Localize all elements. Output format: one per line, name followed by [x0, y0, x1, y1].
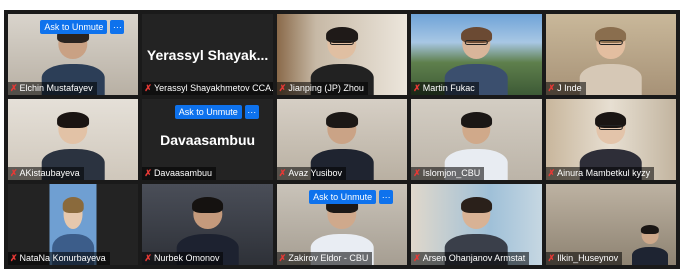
unmute-controls: Ask to Unmute ··· — [309, 190, 394, 204]
muted-mic-icon: ✗ — [547, 253, 556, 263]
more-options-button[interactable]: ··· — [379, 190, 394, 204]
participant-tile[interactable]: Ask to Unmute ··· Davaasambuu ✗ Davaasam… — [142, 99, 273, 180]
name-label: ✗ NataNa Konurbayeva — [8, 252, 110, 265]
more-options-button[interactable]: ··· — [244, 105, 259, 119]
participant-name: NataNa Konurbayeva — [19, 253, 106, 263]
name-label: ✗ Arsen Ohanjanov Armstat — [411, 252, 530, 265]
name-label: ✗ Avaz Yusibov — [276, 167, 347, 180]
participant-name: Ilkin_Huseynov — [557, 253, 619, 263]
muted-mic-icon: ✗ — [10, 168, 18, 178]
name-label: ✗ Martin Fukac — [411, 82, 479, 95]
name-label: ✗ Jianping (JP) Zhou — [276, 82, 368, 95]
participant-display-name: Davaasambuu — [160, 131, 256, 148]
participant-tile[interactable]: ✗ Arsen Ohanjanov Armstat — [411, 184, 542, 265]
participant-name: Elchin Mustafayev — [19, 83, 93, 93]
unmute-controls: Ask to Unmute ··· — [40, 20, 125, 34]
name-label: ✗ Yerassyl Shayakhmetov CCA... — [142, 82, 273, 95]
muted-mic-icon: ✗ — [10, 83, 18, 93]
ask-to-unmute-button[interactable]: Ask to Unmute — [174, 105, 242, 119]
name-label: ✗ Zakirov Eldor - CBU — [276, 252, 373, 265]
participant-tile[interactable]: ✗ J Inde — [545, 14, 676, 95]
ask-to-unmute-button[interactable]: Ask to Unmute — [309, 190, 377, 204]
muted-mic-icon: ✗ — [547, 168, 556, 178]
participant-video — [631, 224, 669, 265]
participant-name: J Inde — [557, 83, 582, 93]
muted-mic-icon: ✗ — [278, 83, 287, 93]
name-label: ✗ Islomjon_CBU — [411, 167, 485, 180]
muted-mic-icon: ✗ — [278, 253, 287, 263]
more-options-button[interactable]: ··· — [110, 20, 125, 34]
participant-name: Davaasambuu — [153, 168, 212, 178]
participant-name: Islomjon_CBU — [422, 168, 481, 178]
name-label: ✗ Ilkin_Huseynov — [545, 252, 623, 265]
muted-mic-icon: ✗ — [144, 253, 152, 263]
participant-name: Nurbek Omonov — [153, 253, 220, 263]
participant-display-name: Yerassyl Shayak... — [146, 46, 269, 63]
participant-tile[interactable]: Yerassyl Shayak... ✗ Yerassyl Shayakhmet… — [142, 14, 273, 95]
muted-mic-icon: ✗ — [10, 253, 18, 263]
name-label: ✗ J Inde — [545, 82, 586, 95]
name-label: ✗ Ainura Mambetkul kyzy — [545, 167, 655, 180]
muted-mic-icon: ✗ — [413, 83, 421, 93]
ask-to-unmute-button[interactable]: Ask to Unmute — [40, 20, 108, 34]
participant-tile[interactable]: ✗ Nurbek Omonov — [142, 184, 273, 265]
participant-name: Avaz Yusibov — [288, 168, 343, 178]
participant-name: Yerassyl Shayakhmetov CCA... — [153, 83, 273, 93]
muted-mic-icon: ✗ — [547, 83, 556, 93]
participant-tile-active-speaker[interactable]: ✗ Martin Fukac — [411, 14, 542, 95]
participant-tile[interactable]: Ask to Unmute ··· ✗ Zakirov Eldor - CBU — [276, 184, 408, 265]
name-label: ✗ Davaasambuu — [142, 167, 216, 180]
participant-name: Jianping (JP) Zhou — [288, 83, 364, 93]
participant-tile[interactable]: ✗ Ilkin_Huseynov — [545, 184, 676, 265]
participant-name: Ainura Mambetkul kyzy — [557, 168, 651, 178]
participant-tile[interactable]: ✗ NataNa Konurbayeva — [8, 184, 139, 265]
muted-mic-icon: ✗ — [144, 83, 152, 93]
participant-tile[interactable]: ✗ Avaz Yusibov — [276, 99, 408, 180]
name-label: ✗ AKistaubayeva — [8, 167, 84, 180]
participant-tile[interactable]: ✗ Jianping (JP) Zhou — [276, 14, 408, 95]
participant-name: Arsen Ohanjanov Armstat — [422, 253, 526, 263]
muted-mic-icon: ✗ — [278, 168, 287, 178]
muted-mic-icon: ✗ — [413, 253, 421, 263]
participant-tile[interactable]: Ask to Unmute ··· ✗ Elchin Mustafayev — [8, 14, 139, 95]
name-label: ✗ Elchin Mustafayev — [8, 82, 97, 95]
muted-mic-icon: ✗ — [413, 168, 421, 178]
participant-video — [579, 26, 643, 95]
participant-tile[interactable]: ✗ AKistaubayeva — [8, 99, 139, 180]
participant-name: AKistaubayeva — [19, 168, 80, 178]
muted-mic-icon: ✗ — [144, 168, 152, 178]
participant-tile[interactable]: ✗ Ainura Mambetkul kyzy — [545, 99, 676, 180]
gallery-view: Ask to Unmute ··· ✗ Elchin Mustafayev Ye… — [4, 10, 680, 269]
participant-tile[interactable]: ✗ Islomjon_CBU — [411, 99, 542, 180]
name-label: ✗ Nurbek Omonov — [142, 252, 224, 265]
unmute-controls: Ask to Unmute ··· — [174, 105, 259, 119]
participant-name: Zakirov Eldor - CBU — [288, 253, 369, 263]
participant-name: Martin Fukac — [422, 83, 475, 93]
